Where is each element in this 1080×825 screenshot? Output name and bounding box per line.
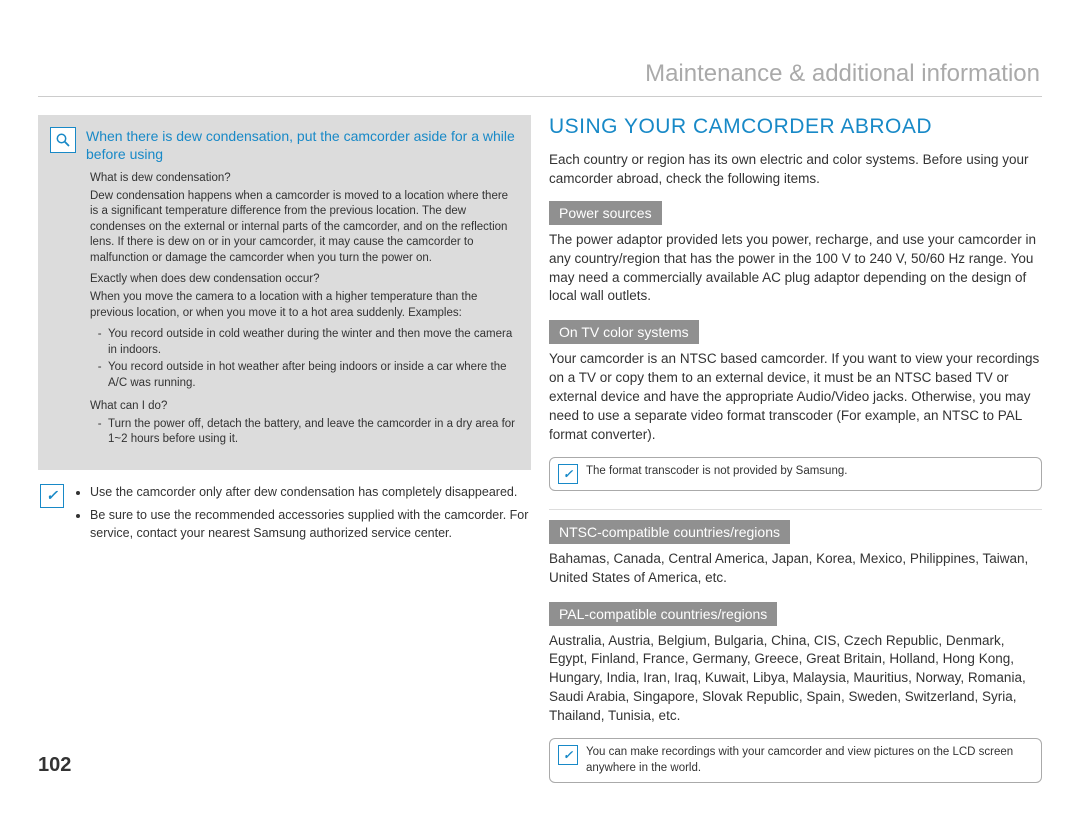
tv-color-note: ✓ The format transcoder is not provided … [549,457,1042,491]
tv-color-block: On TV color systems Your camcorder is an… [549,320,1042,490]
dew-condensation-box: When there is dew condensation, put the … [38,115,531,470]
power-sources-block: Power sources The power adaptor provided… [549,201,1042,307]
pal-body: Australia, Austria, Belgium, Bulgaria, C… [549,632,1042,726]
ntsc-tag: NTSC-compatible countries/regions [549,520,790,544]
dew-note-li1: Use the camcorder only after dew condens… [90,484,529,502]
right-column: USING YOUR CAMCORDER ABROAD Each country… [549,115,1042,789]
tv-color-tag: On TV color systems [549,320,699,344]
power-sources-tag: Power sources [549,201,662,225]
page-header-title: Maintenance & additional information [38,60,1042,88]
page-number: 102 [38,754,71,777]
ntsc-block: NTSC-compatible countries/regions Bahama… [549,520,1042,588]
dew-note-li2: Be sure to use the recommended accessori… [90,507,529,542]
tv-color-body: Your camcorder is an NTSC based camcorde… [549,350,1042,444]
dew-a3-li1: Turn the power off, detach the battery, … [108,417,519,448]
note-icon: ✓ [558,464,578,484]
header-divider [38,96,1042,97]
note-icon: ✓ [40,484,64,508]
ntsc-body: Bahamas, Canada, Central America, Japan,… [549,550,1042,588]
abroad-section-title: USING YOUR CAMCORDER ABROAD [549,115,1042,139]
dew-a1: Dew condensation happens when a camcorde… [90,189,519,267]
dew-heading: When there is dew condensation, put the … [86,127,519,163]
pal-note-text: You can make recordings with your camcor… [586,745,1031,776]
note-icon: ✓ [558,745,578,765]
dew-body: What is dew condensation? Dew condensati… [50,163,519,447]
power-sources-body: The power adaptor provided lets you powe… [549,231,1042,307]
manual-page: Maintenance & additional information Whe… [0,0,1080,825]
two-column-layout: When there is dew condensation, put the … [38,115,1042,789]
dew-footnote: ✓ Use the camcorder only after dew conde… [38,484,531,549]
magnifier-icon [50,127,76,153]
dew-q3: What can I do? [90,399,519,415]
left-column: When there is dew condensation, put the … [38,115,531,789]
dew-q2: Exactly when does dew condensation occur… [90,272,519,288]
abroad-intro: Each country or region has its own elect… [549,151,1042,189]
pal-tag: PAL-compatible countries/regions [549,602,777,626]
right-mid-divider [549,509,1042,510]
dew-q1: What is dew condensation? [90,171,519,187]
dew-a2-intro: When you move the camera to a location w… [90,290,519,321]
tv-color-note-text: The format transcoder is not provided by… [586,464,847,480]
pal-note: ✓ You can make recordings with your camc… [549,738,1042,783]
dew-a2-li2: You record outside in hot weather after … [108,360,519,391]
pal-block: PAL-compatible countries/regions Austral… [549,602,1042,783]
dew-a2-li1: You record outside in cold weather durin… [108,327,519,358]
